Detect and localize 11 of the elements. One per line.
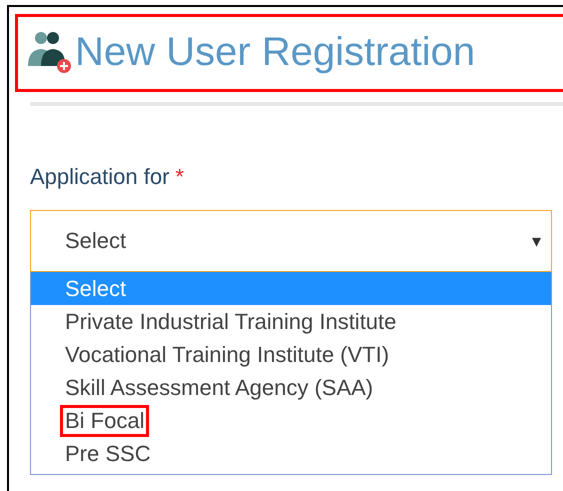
dropdown-arrow-icon: ▾ xyxy=(532,230,541,252)
dropdown-option[interactable]: Vocational Training Institute (VTI) xyxy=(31,338,551,371)
dropdown-option[interactable]: Bi Focal xyxy=(31,404,551,437)
add-user-icon xyxy=(27,30,73,74)
field-label: Application for xyxy=(30,164,170,190)
dropdown-option[interactable]: Private Industrial Training Institute xyxy=(31,305,551,338)
select-field[interactable]: Select ▾ xyxy=(30,210,552,272)
dropdown-option[interactable]: Pre SSC xyxy=(31,437,551,470)
page-title: New User Registration xyxy=(75,30,476,74)
dropdown-option[interactable]: Skill Assessment Agency (SAA) xyxy=(31,371,551,404)
required-mark: * xyxy=(175,164,184,190)
